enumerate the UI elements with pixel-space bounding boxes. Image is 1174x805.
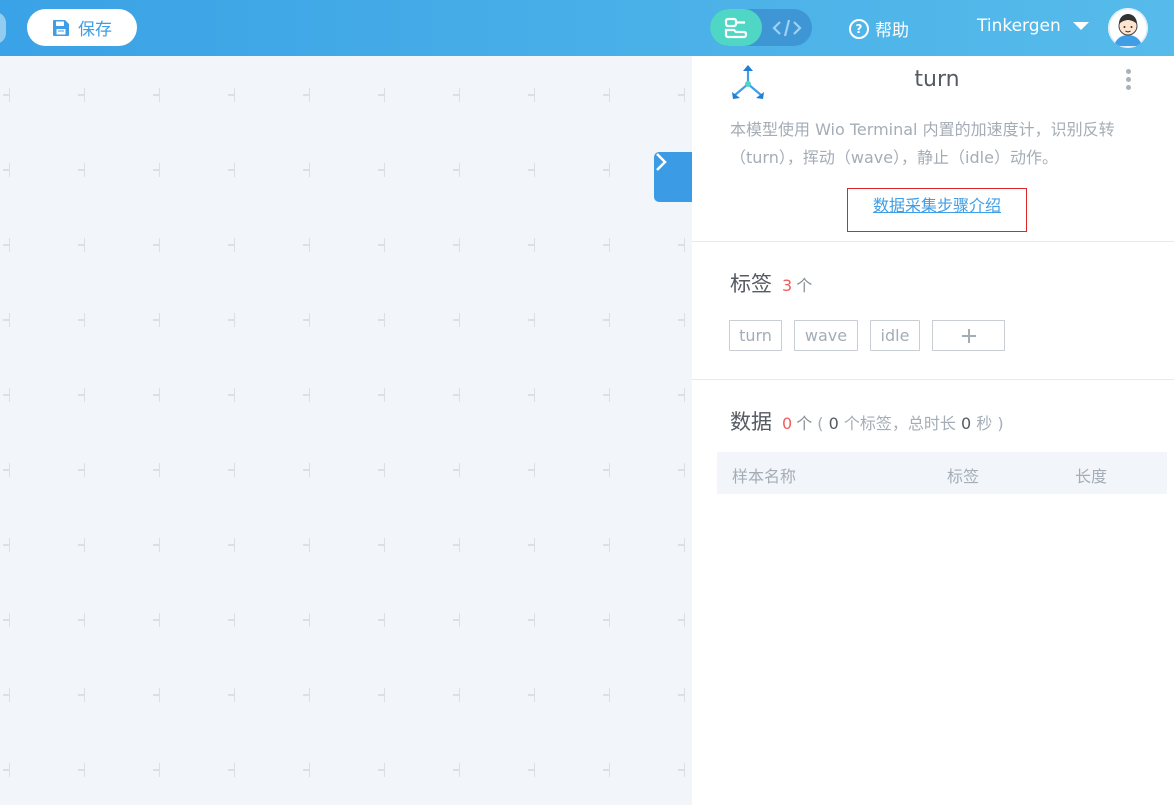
labels-unit: 个 <box>796 276 813 295</box>
help-label: 帮助 <box>875 21 909 41</box>
blocks-mode-button[interactable] <box>710 9 762 46</box>
collapse-panel-button[interactable] <box>654 152 692 202</box>
model-description: 本模型使用 Wio Terminal 内置的加速度计，识别反转（turn），挥动… <box>730 120 1115 167</box>
divider <box>692 241 1174 242</box>
more-vertical-icon[interactable] <box>1123 69 1133 95</box>
chevron-right-icon <box>656 153 667 171</box>
top-bar: 保存 ? 帮助 Tinkergen <box>0 0 1174 56</box>
column-sample-name[interactable]: 样本名称 <box>732 463 796 487</box>
caret-down-icon <box>1072 22 1089 30</box>
mode-toggle <box>710 9 812 46</box>
menu-toggle-button[interactable] <box>0 12 6 44</box>
code-mode-button[interactable] <box>762 9 812 46</box>
add-tag-button[interactable] <box>932 320 1005 351</box>
column-length[interactable]: 长度 <box>1075 463 1107 487</box>
workspace-grid <box>0 56 692 805</box>
data-meta: ( 0 个标签，总时长 0 秒 ) <box>812 414 1003 433</box>
blocks-icon <box>724 17 748 38</box>
user-menu[interactable]: Tinkergen <box>977 16 1089 36</box>
duration: 0 <box>961 414 972 433</box>
label-count: 0 <box>828 414 839 433</box>
divider <box>692 379 1174 380</box>
save-button[interactable]: 保存 <box>27 9 137 46</box>
labels-count: 3 <box>782 276 793 295</box>
avatar-image <box>1108 8 1148 48</box>
username: Tinkergen <box>977 16 1061 36</box>
plus-icon <box>961 328 976 343</box>
meta-open: ( <box>817 414 829 433</box>
tag-idle[interactable]: idle <box>870 320 920 351</box>
data-section-title: 数据 0 个 ( 0 个标签，总时长 0 秒 ) <box>730 406 1004 436</box>
data-unit: 个 <box>796 414 813 433</box>
model-title: turn <box>914 67 960 92</box>
tag-turn[interactable]: turn <box>729 320 782 351</box>
meta-seconds: 秒 ) <box>971 414 1004 433</box>
meta-labels: 个标签，总时长 <box>838 414 961 433</box>
labels-title: 标签 <box>730 272 772 296</box>
data-title: 数据 <box>730 410 772 434</box>
save-label: 保存 <box>78 20 112 40</box>
labels-section-title: 标签 3 个 <box>730 268 812 298</box>
avatar[interactable] <box>1108 8 1148 48</box>
tag-wave[interactable]: wave <box>794 320 858 351</box>
help-button[interactable]: ? 帮助 <box>849 16 909 41</box>
question-circle-icon: ? <box>849 18 869 39</box>
column-label[interactable]: 标签 <box>947 463 979 487</box>
model-panel: turn 本模型使用 Wio Terminal 内置的加速度计，识别反转（tur… <box>692 56 1174 805</box>
code-brackets-icon <box>772 19 802 36</box>
floppy-disk-icon <box>53 19 69 36</box>
blocks-workspace[interactable] <box>0 56 692 805</box>
data-table-header: 样本名称 标签 长度 <box>717 452 1167 494</box>
data-count: 0 <box>782 414 793 433</box>
data-collection-guide-link[interactable]: 数据采集步骤介绍 <box>847 188 1027 232</box>
